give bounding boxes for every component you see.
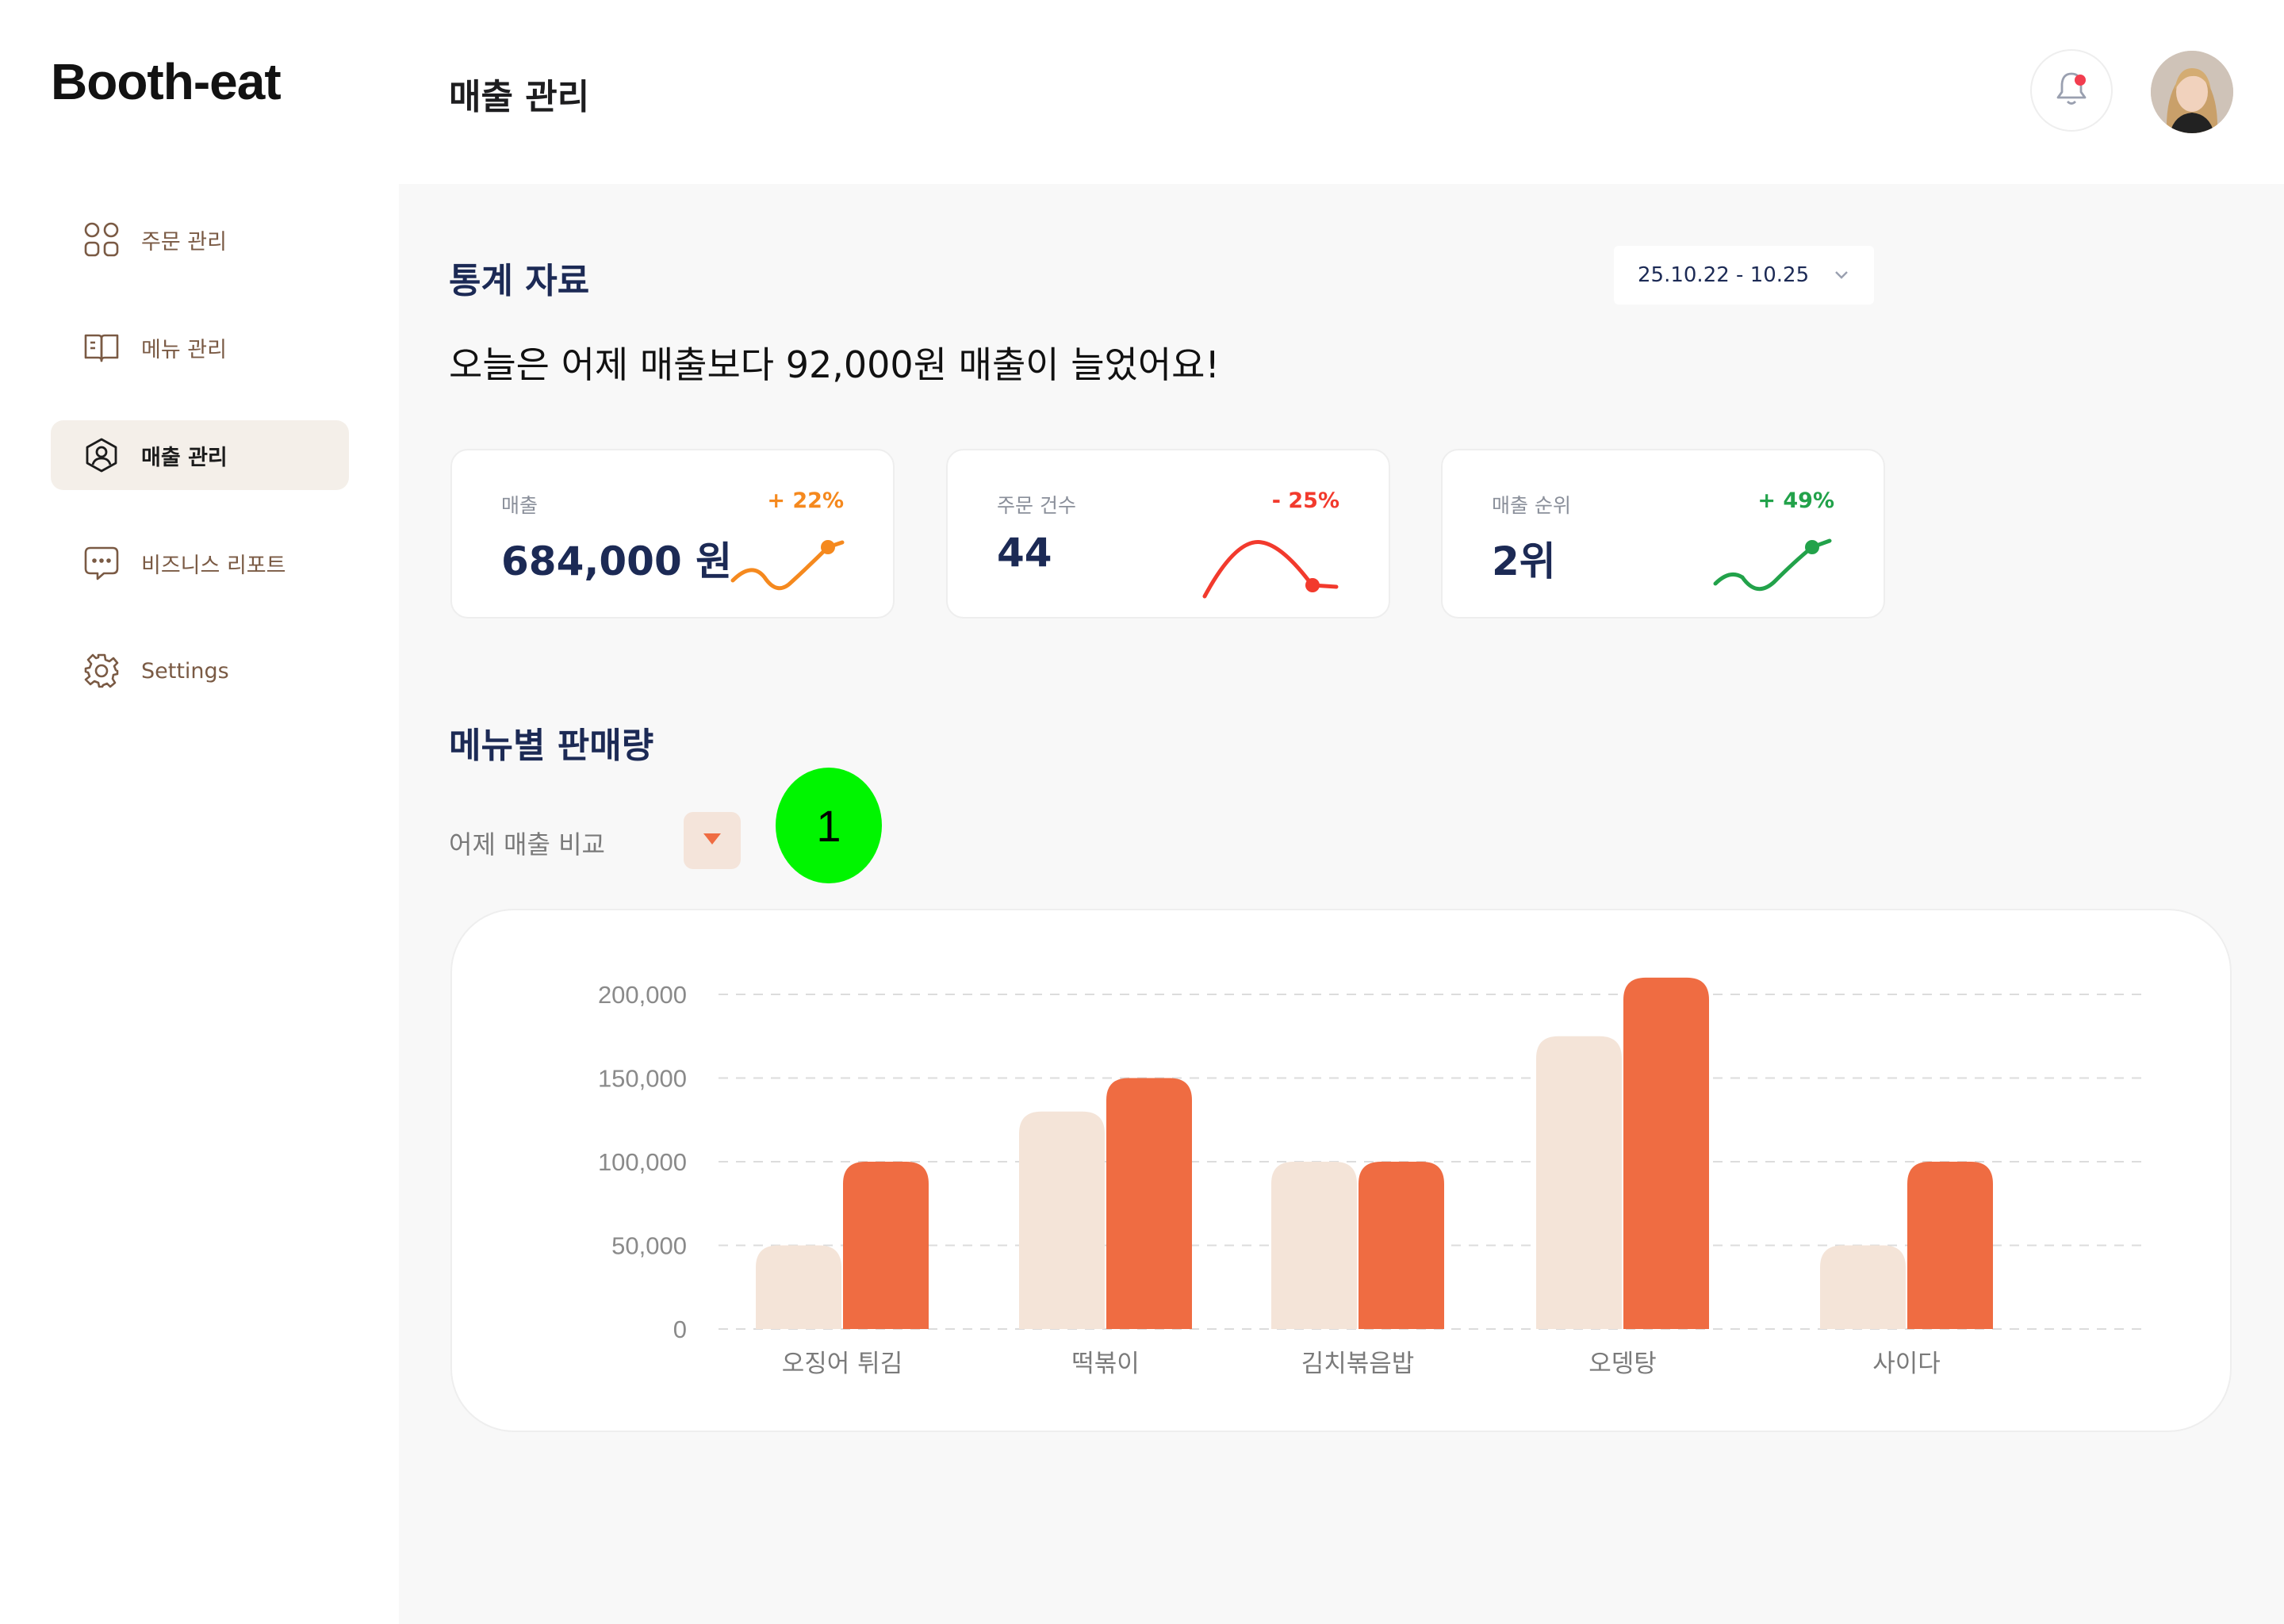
sidebar: Booth-eat 주문 관리 메뉴 관리 매출 관리 비즈니스 리포트 Set… [0, 0, 399, 1624]
sidebar-nav: 주문 관리 메뉴 관리 매출 관리 비즈니스 리포트 Settings [51, 205, 349, 744]
stats-title: 통계 자료 [449, 261, 590, 301]
bar [1820, 1245, 1906, 1329]
stat-label: 매출 [501, 494, 538, 517]
sidebar-item-label: Settings [141, 658, 229, 684]
sales-headline: 오늘은 어제 매출보다 92,000원 매출이 늘었어요! [449, 343, 1220, 386]
chevron-down-icon [1833, 265, 1850, 289]
bar [756, 1245, 841, 1329]
stat-value: 44 [997, 530, 1052, 576]
y-tick-label: 100,000 [598, 1148, 687, 1176]
y-tick-label: 50,000 [611, 1232, 687, 1260]
y-tick-label: 150,000 [598, 1065, 687, 1093]
sidebar-item-sales[interactable]: 매출 관리 [51, 420, 349, 490]
x-tick-label: 사이다 [1872, 1350, 1941, 1378]
stat-delta: + 49% [1757, 488, 1834, 513]
x-tick-label: 떡볶이 [1071, 1350, 1140, 1378]
gear-icon [82, 652, 121, 690]
book-icon [82, 328, 121, 366]
chat-icon [82, 544, 121, 582]
bar [1271, 1162, 1357, 1329]
sidebar-item-label: 메뉴 관리 [141, 337, 227, 362]
compare-dropdown-button[interactable] [684, 812, 741, 869]
bar-chart: 0 50,000 100,000 150,000 200,000 오징어 튀김 떡볶이 김치볶… [598, 977, 2143, 1378]
stat-card-rank: 매출 순위 + 49% 2위 [1441, 449, 1885, 619]
compare-filter-label: 어제 매출 비교 [449, 829, 605, 860]
sidebar-item-settings[interactable]: Settings [51, 636, 349, 706]
notifications-button[interactable] [2030, 49, 2113, 132]
stat-delta: + 22% [767, 488, 844, 513]
bar [1019, 1111, 1105, 1329]
triangle-down-icon [702, 831, 722, 850]
bar [1536, 1036, 1622, 1329]
sidebar-item-label: 비즈니스 리포트 [141, 553, 286, 578]
stat-delta: - 25% [1271, 488, 1339, 513]
x-tick-label: 오징어 튀김 [782, 1350, 902, 1378]
stat-value: 2위 [1492, 538, 1556, 584]
menu-sales-chart: 0 50,000 100,000 150,000 200,000 오징어 튀김 떡볶이 김치볶… [450, 909, 2232, 1432]
bar [1907, 1162, 1993, 1329]
bar [1106, 1078, 1192, 1329]
x-tick-label: 오뎅탕 [1588, 1350, 1657, 1378]
stat-label: 매출 순위 [1492, 494, 1571, 517]
sparkline-up-icon [1713, 538, 1832, 592]
bar [843, 1162, 929, 1329]
stat-value: 684,000 원 [501, 538, 733, 584]
avatar[interactable] [2151, 51, 2233, 133]
stat-card-orders: 주문 건수 - 25% 44 [946, 449, 1390, 619]
notification-badge [2075, 75, 2086, 86]
sidebar-item-orders[interactable]: 주문 관리 [51, 205, 349, 274]
sparkline-down-icon [1202, 540, 1339, 599]
date-range-value: 25.10.22 - 10.25 [1638, 263, 1810, 287]
bar [1623, 977, 1709, 1329]
user-shield-icon [82, 436, 121, 474]
sidebar-item-label: 매출 관리 [141, 445, 228, 470]
annotation-marker: 1 [776, 768, 882, 883]
y-tick-label: 0 [673, 1316, 687, 1343]
bar [1359, 1162, 1444, 1329]
sidebar-item-report[interactable]: 비즈니스 리포트 [51, 528, 349, 598]
x-tick-label: 김치볶음밥 [1301, 1350, 1415, 1378]
menu-sales-title: 메뉴별 판매량 [449, 726, 654, 766]
stat-card-sales: 매출 + 22% 684,000 원 [450, 449, 895, 619]
app-logo: Booth-eat [51, 53, 282, 110]
grid-icon [82, 220, 121, 259]
sidebar-item-label: 주문 관리 [141, 229, 227, 255]
y-tick-label: 200,000 [598, 981, 687, 1009]
sparkline-up-icon [730, 540, 845, 591]
stat-label: 주문 건수 [997, 494, 1076, 517]
sidebar-item-menu[interactable]: 메뉴 관리 [51, 312, 349, 382]
date-range-select[interactable]: 25.10.22 - 10.25 [1614, 246, 1874, 304]
page-title: 매출 관리 [449, 77, 590, 117]
